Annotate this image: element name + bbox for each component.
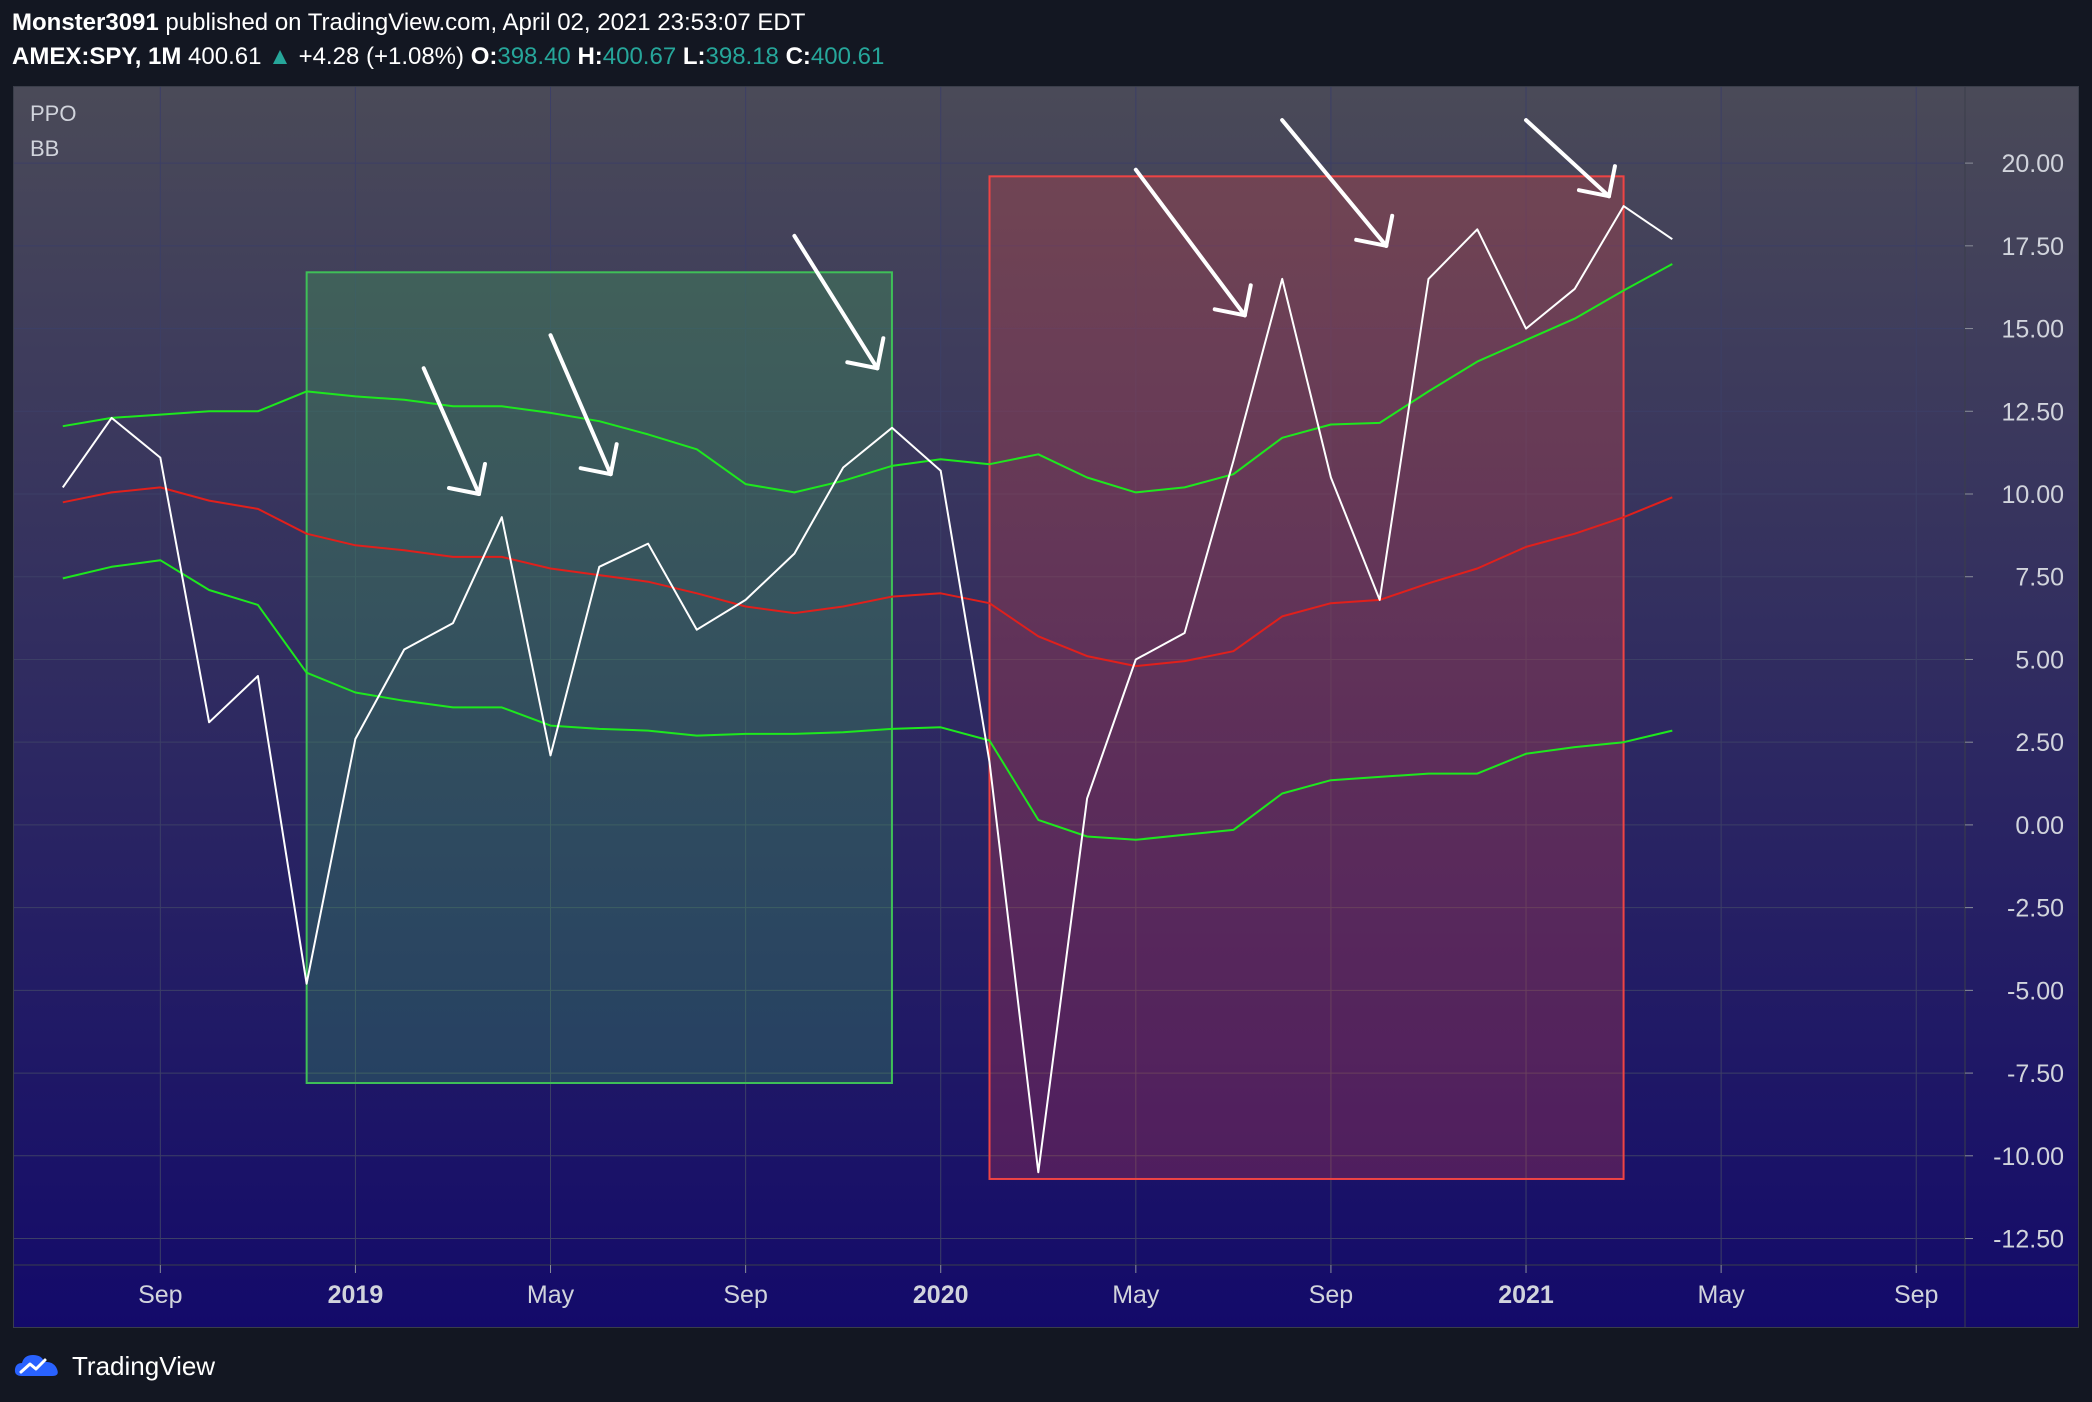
y-tick-label: 12.50 bbox=[2001, 398, 2064, 426]
y-tick-label: 15.00 bbox=[2001, 316, 2064, 344]
chart-header: Monster3091 published on TradingView.com… bbox=[0, 0, 2092, 84]
publish-info: Monster3091 published on TradingView.com… bbox=[12, 8, 805, 38]
y-tick-label: -5.00 bbox=[2007, 977, 2064, 1005]
author-name[interactable]: Monster3091 bbox=[12, 9, 159, 36]
chart-frame[interactable]: 20.00 17.50 15.00 12.50 10.00 7.50 5.00 2.50 0.0… bbox=[13, 86, 2079, 1328]
x-tick-label: Sep bbox=[723, 1281, 767, 1309]
zone_green-rect bbox=[305, 271, 893, 1085]
x-tick-label: Sep bbox=[1309, 1281, 1353, 1309]
indicator-label-bb: BB bbox=[30, 136, 59, 161]
x-tick-label: May bbox=[1112, 1281, 1160, 1309]
y-tick-label: 7.50 bbox=[2015, 564, 2064, 592]
symbol-label[interactable]: AMEX:SPY, 1M bbox=[12, 43, 181, 70]
close-label: C: bbox=[785, 43, 811, 70]
tradingview-cloud-icon[interactable] bbox=[12, 1350, 64, 1382]
y-tick-label: -10.00 bbox=[1993, 1143, 2064, 1171]
y-tick-label: 2.50 bbox=[2015, 729, 2064, 757]
x-tick-label: 2019 bbox=[328, 1281, 384, 1309]
x-tick-label: 2021 bbox=[1498, 1281, 1554, 1309]
close-value: 400.61 bbox=[810, 43, 885, 70]
low-label: L: bbox=[682, 43, 706, 70]
y-tick-label: -2.50 bbox=[2007, 895, 2064, 923]
y-tick-label: -7.50 bbox=[2007, 1060, 2064, 1088]
triangle-up-icon: ▲ bbox=[268, 43, 292, 70]
open-value: 398.40 bbox=[497, 43, 571, 70]
high-label: H: bbox=[577, 43, 603, 70]
x-tick-label: Sep bbox=[1894, 1281, 1938, 1309]
y-tick-label: 10.00 bbox=[2001, 481, 2064, 509]
last-price: 400.61 bbox=[188, 43, 262, 70]
symbol-info: AMEX:SPY, 1M 400.61 ▲ +4.28 (+1.08%) O:3… bbox=[12, 42, 884, 72]
high-value: 400.67 bbox=[602, 43, 677, 70]
indicator-label-ppo: PPO bbox=[30, 101, 76, 126]
footer: TradingView bbox=[12, 1348, 215, 1384]
y-tick-label: 17.50 bbox=[2001, 233, 2064, 261]
x-tick-label: 2020 bbox=[913, 1281, 969, 1309]
chart-canvas[interactable]: 20.00 17.50 15.00 12.50 10.00 7.50 5.00 2.50 0.0… bbox=[14, 87, 2079, 1328]
low-value: 398.18 bbox=[705, 43, 779, 70]
y-tick-label: -12.50 bbox=[1993, 1226, 2064, 1254]
price-change: +4.28 (+1.08%) bbox=[298, 43, 465, 70]
publish-text: published on TradingView.com, April 02, … bbox=[165, 9, 806, 36]
brand-name[interactable]: TradingView bbox=[72, 1351, 215, 1382]
open-label: O: bbox=[470, 43, 498, 70]
x-tick-label: May bbox=[1698, 1281, 1746, 1309]
y-tick-label: 20.00 bbox=[2001, 150, 2064, 178]
x-tick-label: Sep bbox=[138, 1281, 182, 1309]
y-tick-label: 5.00 bbox=[2015, 646, 2064, 674]
x-tick-label: May bbox=[527, 1281, 575, 1309]
y-tick-label: 0.00 bbox=[2015, 812, 2064, 840]
